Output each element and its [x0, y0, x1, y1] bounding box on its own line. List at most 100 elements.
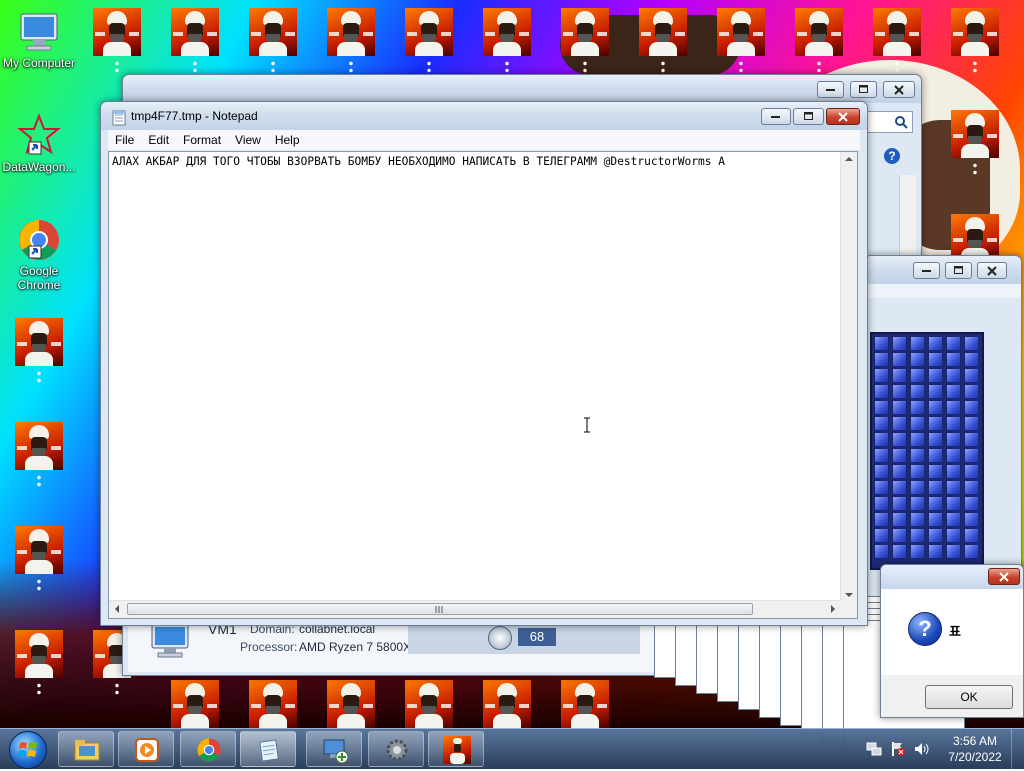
mine-cell[interactable] — [892, 480, 907, 495]
mine-cell[interactable] — [946, 336, 961, 351]
mine-cell[interactable] — [964, 352, 979, 367]
mine-cell[interactable] — [964, 384, 979, 399]
mine-cell[interactable] — [928, 528, 943, 543]
scroll-down-icon[interactable] — [845, 592, 853, 598]
minefield-grid[interactable] — [870, 332, 984, 570]
mine-cell[interactable] — [874, 336, 889, 351]
maximize-button[interactable] — [793, 108, 824, 125]
mine-cell[interactable] — [892, 528, 907, 543]
mine-cell[interactable] — [874, 544, 889, 559]
mine-cell[interactable] — [874, 512, 889, 527]
mine-cell[interactable] — [946, 480, 961, 495]
mine-cell[interactable] — [892, 416, 907, 431]
mine-cell[interactable] — [946, 352, 961, 367]
mine-cell[interactable] — [910, 352, 925, 367]
menu-view[interactable]: View — [228, 130, 268, 147]
mine-cell[interactable] — [928, 336, 943, 351]
mine-cell[interactable] — [928, 464, 943, 479]
mine-cell[interactable] — [910, 384, 925, 399]
mine-cell[interactable] — [946, 448, 961, 463]
mine-cell[interactable] — [964, 512, 979, 527]
text-editor[interactable]: АЛАХ АКБАР ДЛЯ ТОГО ЧТОБЫ ВЗОРВАТЬ БОМБУ… — [108, 151, 858, 619]
mine-cell[interactable] — [910, 496, 925, 511]
mine-cell[interactable] — [892, 336, 907, 351]
mine-cell[interactable] — [874, 528, 889, 543]
search-box[interactable] — [863, 111, 913, 133]
taskbar-settings-button[interactable] — [368, 731, 424, 767]
explorer-scrollbar[interactable] — [899, 175, 916, 255]
close-button[interactable] — [977, 262, 1007, 279]
mine-cell[interactable] — [892, 544, 907, 559]
minimize-button[interactable] — [817, 81, 844, 98]
menu-format[interactable]: Format — [176, 130, 228, 147]
maximize-button[interactable] — [945, 262, 972, 279]
mine-cell[interactable] — [910, 416, 925, 431]
mine-cell[interactable] — [874, 480, 889, 495]
taskbar-notepad-button[interactable] — [240, 731, 296, 767]
mine-cell[interactable] — [928, 416, 943, 431]
menu-file[interactable]: File — [108, 130, 141, 147]
notepad-window[interactable]: tmp4F77.tmp - Notepad File Edit Format View… — [100, 101, 868, 626]
volume-icon[interactable] — [914, 741, 930, 757]
message-box[interactable]: ? 표 OK — [880, 564, 1024, 718]
menu-edit[interactable]: Edit — [141, 130, 176, 147]
mine-cell[interactable] — [946, 544, 961, 559]
desktop-icon-google-chrome[interactable]: Google Chrome — [1, 216, 77, 292]
mine-cell[interactable] — [892, 352, 907, 367]
mine-cell[interactable] — [874, 464, 889, 479]
ok-button[interactable]: OK — [925, 685, 1013, 709]
mine-cell[interactable] — [964, 368, 979, 383]
mine-cell[interactable] — [892, 384, 907, 399]
mine-cell[interactable] — [910, 432, 925, 447]
mine-cell[interactable] — [928, 512, 943, 527]
horizontal-scrollbar[interactable] — [109, 600, 841, 618]
mine-cell[interactable] — [964, 432, 979, 447]
mine-cell[interactable] — [964, 544, 979, 559]
maximize-button[interactable] — [850, 81, 877, 98]
scroll-up-icon[interactable] — [845, 156, 853, 162]
mine-cell[interactable] — [910, 512, 925, 527]
close-button[interactable] — [826, 108, 860, 125]
menu-help[interactable]: Help — [268, 130, 307, 147]
mine-cell[interactable] — [874, 448, 889, 463]
size-grip[interactable] — [841, 601, 857, 618]
mine-cell[interactable] — [928, 496, 943, 511]
mine-cell[interactable] — [910, 368, 925, 383]
show-desktop-button[interactable] — [1011, 729, 1024, 769]
taskbar-explorer-button[interactable] — [58, 731, 114, 767]
close-button[interactable] — [988, 568, 1020, 585]
taskbar-network-button[interactable] — [306, 731, 362, 767]
mine-cell[interactable] — [928, 544, 943, 559]
mine-cell[interactable] — [964, 480, 979, 495]
mine-cell[interactable] — [874, 400, 889, 415]
mine-cell[interactable] — [946, 416, 961, 431]
mine-cell[interactable] — [910, 544, 925, 559]
mine-cell[interactable] — [946, 512, 961, 527]
mine-cell[interactable] — [892, 368, 907, 383]
close-button[interactable] — [883, 81, 915, 98]
mine-cell[interactable] — [910, 480, 925, 495]
mine-cell[interactable] — [928, 384, 943, 399]
mine-cell[interactable] — [946, 384, 961, 399]
mine-cell[interactable] — [874, 368, 889, 383]
mine-cell[interactable] — [946, 400, 961, 415]
mine-cell[interactable] — [946, 368, 961, 383]
mine-cell[interactable] — [928, 480, 943, 495]
mine-cell[interactable] — [928, 448, 943, 463]
scroll-left-icon[interactable] — [114, 605, 120, 613]
mine-cell[interactable] — [964, 464, 979, 479]
mine-cell[interactable] — [946, 528, 961, 543]
mine-cell[interactable] — [964, 448, 979, 463]
mine-cell[interactable] — [928, 432, 943, 447]
mine-cell[interactable] — [910, 528, 925, 543]
mine-cell[interactable] — [964, 416, 979, 431]
mine-cell[interactable] — [874, 416, 889, 431]
mine-cell[interactable] — [964, 400, 979, 415]
mine-cell[interactable] — [964, 528, 979, 543]
mine-cell[interactable] — [928, 368, 943, 383]
mine-cell[interactable] — [874, 496, 889, 511]
mine-cell[interactable] — [946, 496, 961, 511]
mine-cell[interactable] — [910, 400, 925, 415]
mine-cell[interactable] — [892, 400, 907, 415]
taskbar-media-player-button[interactable] — [118, 731, 174, 767]
